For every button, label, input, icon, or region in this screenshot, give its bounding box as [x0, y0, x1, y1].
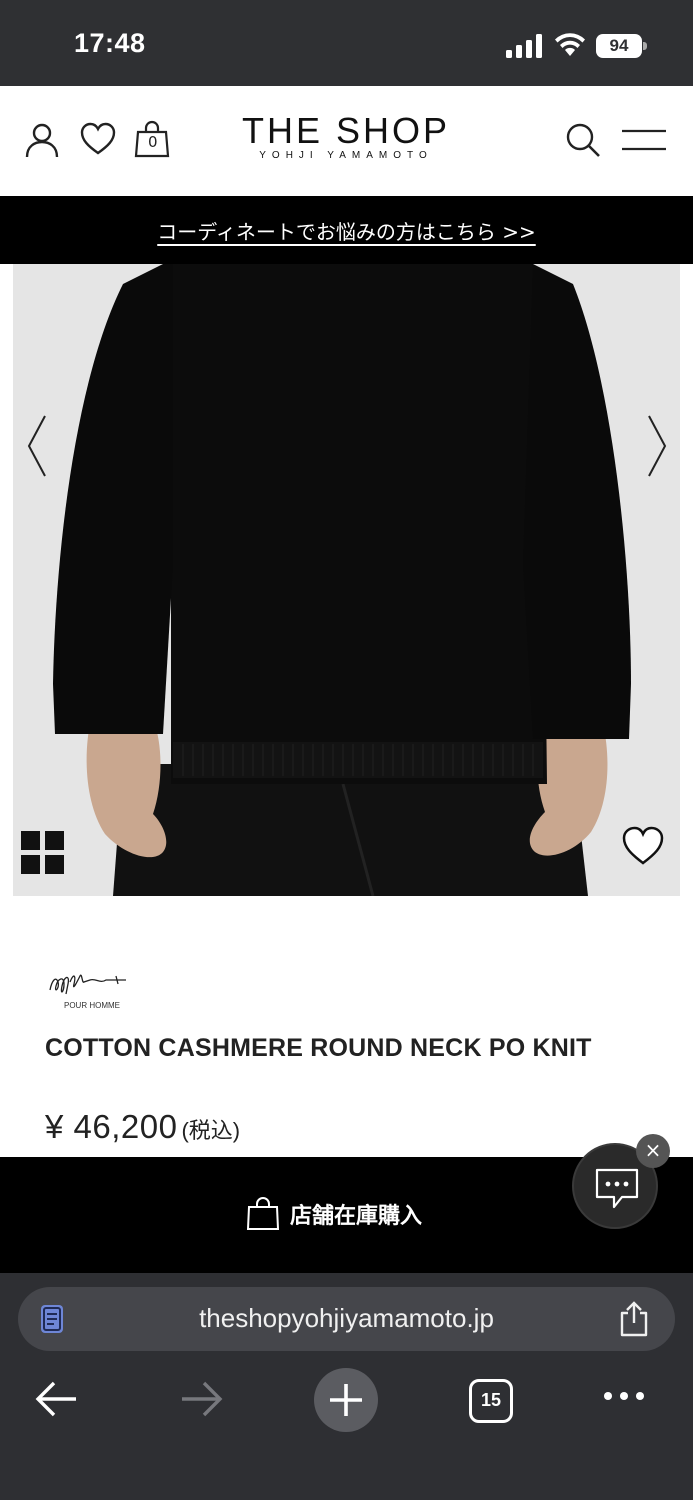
logo-sub: YOHJI YAMAMOTO — [259, 150, 433, 161]
chat-close-button[interactable]: × — [636, 1134, 670, 1168]
url-text[interactable]: theshopyohjiyamamoto.jp — [18, 1303, 675, 1334]
brand-sub-label: POUR HOMME — [64, 1001, 120, 1010]
browser-toolbar: theshopyohjiyamamoto.jp 15 — [0, 1273, 693, 1500]
address-bar[interactable]: theshopyohjiyamamoto.jp — [18, 1287, 675, 1351]
product-price: ¥ 46,200 (税込) — [45, 1108, 240, 1146]
price-value: ¥ 46,200 — [45, 1108, 178, 1145]
bag-count: 0 — [148, 133, 158, 151]
more-icon[interactable] — [602, 1389, 646, 1403]
battery-level: 94 — [596, 34, 642, 58]
product-gallery[interactable] — [13, 264, 680, 896]
battery-indicator: 94 — [596, 34, 648, 58]
chat-icon — [595, 1168, 639, 1209]
plus-icon — [330, 1384, 362, 1416]
site-logo[interactable]: THE SHOP YOHJI YAMAMOTO — [240, 110, 452, 162]
shopping-bag-icon — [246, 1197, 280, 1230]
wifi-icon — [555, 33, 585, 56]
favorite-heart-icon[interactable] — [621, 826, 665, 866]
coordinate-help-link[interactable]: コーディネートでお悩みの方はこちら >> — [157, 216, 535, 245]
status-bar: 17:48 94 — [0, 0, 693, 86]
user-icon[interactable] — [24, 122, 60, 158]
store-stock-purchase-button[interactable]: 店舗在庫購入 — [246, 1197, 422, 1231]
share-icon[interactable] — [618, 1301, 650, 1337]
promo-bar: コーディネートでお悩みの方はこちら >> — [0, 196, 693, 264]
heart-icon[interactable] — [80, 122, 116, 156]
menu-icon[interactable] — [620, 128, 668, 152]
price-tax-label: (税込) — [181, 1118, 241, 1143]
site-header: 0 THE SHOP YOHJI YAMAMOTO — [0, 86, 693, 196]
product-photo — [13, 264, 680, 896]
back-icon[interactable] — [34, 1379, 78, 1419]
purchase-label: 店舗在庫購入 — [290, 1204, 423, 1229]
chevron-left-icon[interactable] — [25, 414, 49, 478]
search-icon[interactable] — [565, 122, 601, 158]
chevron-right-icon[interactable] — [645, 414, 669, 478]
grid-icon[interactable] — [21, 831, 65, 875]
logo-main: THE SHOP — [241, 110, 451, 151]
signal-icon — [506, 34, 542, 58]
battery-tip — [643, 42, 647, 50]
forward-icon[interactable] — [180, 1379, 224, 1419]
status-time: 17:48 — [74, 28, 146, 58]
tab-count-button[interactable]: 15 — [469, 1379, 513, 1423]
new-tab-button[interactable] — [314, 1368, 378, 1432]
browser-nav-row: 15 — [0, 1365, 693, 1435]
product-name: COTTON CASHMERE ROUND NECK PO KNIT — [45, 1034, 592, 1062]
